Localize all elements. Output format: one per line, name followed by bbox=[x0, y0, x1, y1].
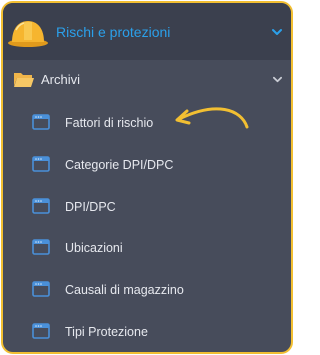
menu-item-causali-di-magazzino[interactable]: Causali di magazzino bbox=[3, 276, 291, 306]
folder-open-icon bbox=[14, 73, 34, 87]
window-icon bbox=[32, 156, 50, 172]
window-icon bbox=[32, 281, 50, 297]
curved-arrow-icon bbox=[175, 107, 249, 129]
chevron-down-icon[interactable] bbox=[273, 75, 282, 84]
group-label: Archivi bbox=[41, 72, 81, 87]
menu-item-tipi-protezione[interactable]: Tipi Protezione bbox=[3, 318, 291, 348]
menu-item-label: DPI/DPC bbox=[65, 200, 116, 214]
menu-item-label: Causali di magazzino bbox=[65, 283, 184, 297]
hard-hat-icon bbox=[8, 21, 48, 47]
menu-item-label: Fattori di rischio bbox=[65, 116, 154, 130]
section-title: Rischi e protezioni bbox=[56, 24, 171, 40]
menu-item-label: Tipi Protezione bbox=[65, 325, 148, 339]
menu-item-ubicazioni[interactable]: Ubicazioni bbox=[3, 234, 291, 264]
section-header-rischi-e-protezioni[interactable]: Rischi e protezioni bbox=[3, 3, 291, 60]
window-icon bbox=[32, 323, 50, 339]
window-icon bbox=[32, 198, 50, 214]
chevron-down-icon[interactable] bbox=[272, 27, 282, 37]
window-icon bbox=[32, 114, 50, 130]
group-archivi[interactable]: Archivi bbox=[3, 65, 291, 95]
menu-item-label: Categorie DPI/DPC bbox=[65, 158, 174, 172]
menu-item-label: Ubicazioni bbox=[65, 241, 123, 255]
window-icon bbox=[32, 239, 50, 255]
sidebar-panel: Rischi e protezioni Archivi Fattori di r… bbox=[1, 1, 293, 354]
menu-item-categorie-dpi-dpc[interactable]: Categorie DPI/DPC bbox=[3, 151, 291, 181]
menu-item-dpi-dpc[interactable]: DPI/DPC bbox=[3, 193, 291, 223]
